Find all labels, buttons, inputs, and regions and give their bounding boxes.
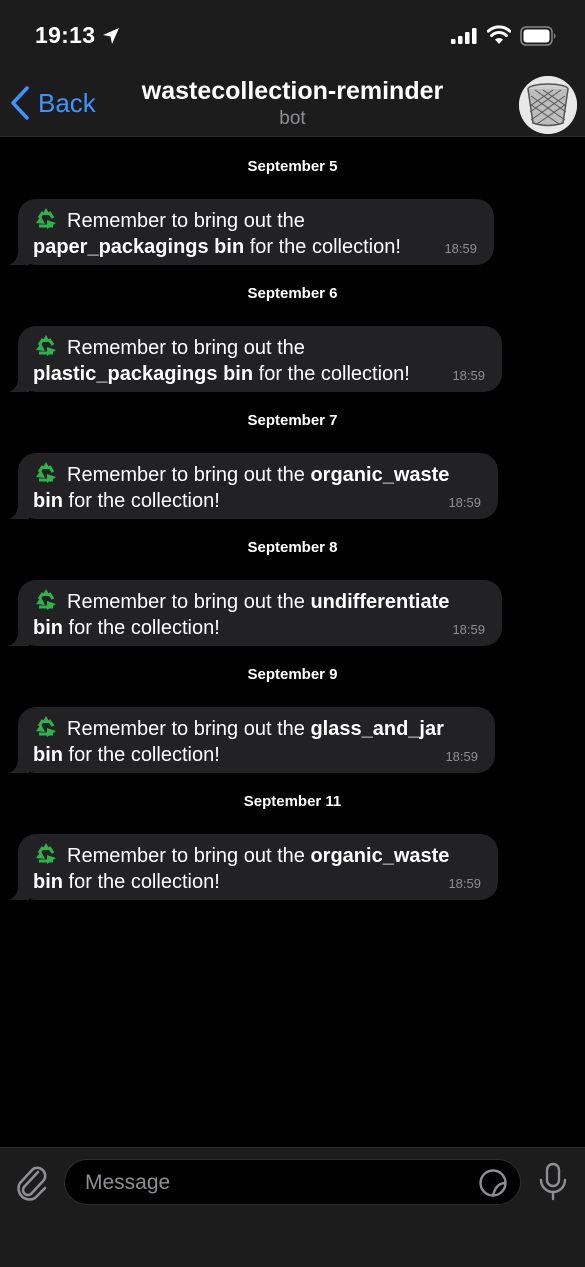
message-text: Remember to bring out the paper_packaging… — [33, 206, 481, 260]
wifi-icon — [487, 25, 511, 44]
status-time: 19:13 — [35, 22, 96, 48]
bubble-tail — [9, 245, 29, 265]
message-bubble[interactable]: Remember to bring out the undifferentiat… — [9, 580, 502, 646]
message-bin-word: bin — [33, 743, 63, 766]
date-separator: September 7 — [247, 412, 338, 429]
recycle-icon — [36, 335, 56, 356]
message-bin-name: plastic_packagings bin — [33, 362, 254, 385]
message-bubble[interactable]: Remember to bring out the paper_packaging… — [9, 199, 494, 265]
message-list[interactable]: September 5 Remember to bring out the pap… — [0, 137, 585, 1147]
recycle-icon — [36, 843, 56, 864]
avatar[interactable] — [519, 76, 577, 134]
message-suffix: for the collection! — [244, 235, 401, 258]
message-text: Remember to bring out the undifferentiat… — [33, 587, 489, 641]
composer-bar — [0, 1147, 585, 1267]
chat-header: Back wastecollection-reminder bot — [0, 70, 585, 137]
message-prefix: Remember to bring out the — [67, 845, 311, 867]
bubble-tail — [9, 626, 29, 646]
message-bin-word: bin — [33, 489, 63, 512]
date-separator: September 9 — [247, 666, 338, 683]
bubble-tail — [9, 372, 29, 392]
message-input[interactable] — [83, 1160, 467, 1206]
sticker-icon[interactable] — [478, 1168, 508, 1198]
microphone-icon[interactable] — [538, 1162, 568, 1202]
message-prefix: Remember to bring out the — [67, 210, 305, 232]
message-suffix: for the collection! — [63, 489, 220, 512]
bubble-tail — [9, 499, 29, 519]
message-bin-name: organic_waste — [310, 845, 450, 867]
message-bin-name: undifferentiate — [310, 591, 450, 613]
message-bubble[interactable]: Remember to bring out the plastic_packagi… — [9, 326, 502, 392]
recycle-icon — [36, 589, 56, 610]
message-bin-name: glass_and_jar — [310, 718, 444, 740]
chat-title[interactable]: wastecollection-reminder — [0, 77, 585, 106]
message-time: 18:59 — [452, 368, 485, 383]
paperclip-icon[interactable] — [14, 1162, 50, 1202]
chat-subtitle: bot — [279, 108, 306, 129]
bubble-tail — [9, 880, 29, 900]
message-time: 18:59 — [445, 749, 478, 764]
recycle-icon — [36, 462, 56, 483]
message-prefix: Remember to bring out the — [67, 591, 311, 613]
message-bubble[interactable]: Remember to bring out the glass_and_jarb… — [9, 707, 495, 773]
message-bubble[interactable]: Remember to bring out the organic_wasteb… — [9, 834, 498, 900]
message-bin-word: bin — [33, 616, 63, 639]
location-arrow-icon — [103, 28, 119, 44]
battery-icon — [520, 26, 556, 46]
status-bar: 19:13 — [0, 0, 585, 70]
message-time: 18:59 — [452, 622, 485, 637]
message-bubble[interactable]: Remember to bring out the organic_wasteb… — [9, 453, 498, 519]
date-separator: September 8 — [247, 539, 338, 556]
bubble-tail — [9, 753, 29, 773]
message-suffix: for the collection! — [253, 362, 410, 385]
message-text: Remember to bring out the organic_wasteb… — [33, 460, 485, 514]
signal-icon — [451, 28, 477, 44]
message-bin-name: organic_waste — [310, 464, 450, 486]
message-text: Remember to bring out the plastic_packagi… — [33, 333, 489, 387]
recycle-icon — [36, 716, 56, 737]
message-time: 18:59 — [444, 241, 477, 256]
message-time: 18:59 — [448, 876, 481, 891]
message-suffix: for the collection! — [63, 616, 220, 639]
message-prefix: Remember to bring out the — [67, 718, 311, 740]
date-separator: September 5 — [247, 158, 338, 175]
date-separator: September 11 — [243, 793, 342, 810]
message-text: Remember to bring out the organic_wasteb… — [33, 841, 485, 895]
message-bin-word: bin — [33, 870, 63, 893]
date-separator: September 6 — [247, 285, 338, 302]
message-suffix: for the collection! — [63, 870, 220, 893]
message-field[interactable] — [64, 1159, 521, 1206]
message-prefix: Remember to bring out the — [67, 337, 305, 359]
message-bin-name: paper_packagings bin — [33, 235, 245, 258]
message-time: 18:59 — [448, 495, 481, 510]
message-prefix: Remember to bring out the — [67, 464, 311, 486]
wastebasket-icon — [519, 76, 577, 134]
message-suffix: for the collection! — [63, 743, 220, 766]
recycle-icon — [36, 208, 56, 229]
message-text: Remember to bring out the glass_and_jarb… — [33, 714, 482, 768]
